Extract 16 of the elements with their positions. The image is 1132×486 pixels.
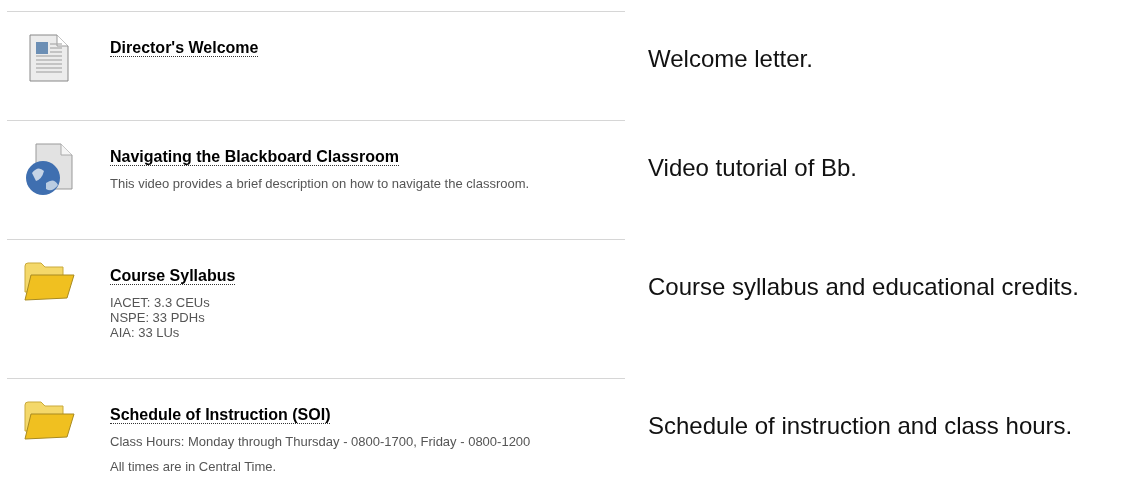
item-description: Class Hours: Monday through Thursday - 0800-1700, Friday - 0800-1200 [110,434,531,449]
item-description: IACET: 3.3 CEUs NSPE: 33 PDHs AIA: 33 LUs [110,295,211,340]
folder-icon [22,401,75,441]
item-description: All times are in Central Time. [110,459,278,474]
item-title-link[interactable]: Director's Welcome [110,39,259,57]
item-note: Video tutorial of Bb. [648,153,858,182]
item-title-link[interactable]: Navigating the Blackboard Classroom [110,148,399,166]
globe-document-icon [23,143,74,195]
item-description: This video provides a brief description on how to navigate the classroom. [110,176,530,191]
item-note: Schedule of instruction and class hours. [648,411,1073,440]
folder-icon [22,262,75,302]
item-title-link[interactable]: Course Syllabus [110,267,236,285]
document-icon [28,34,69,82]
item-note: Welcome letter. [648,44,813,73]
item-title-link[interactable]: Schedule of Instruction (SOI) [110,406,331,424]
item-note: Course syllabus and educational credits. [648,272,1079,301]
